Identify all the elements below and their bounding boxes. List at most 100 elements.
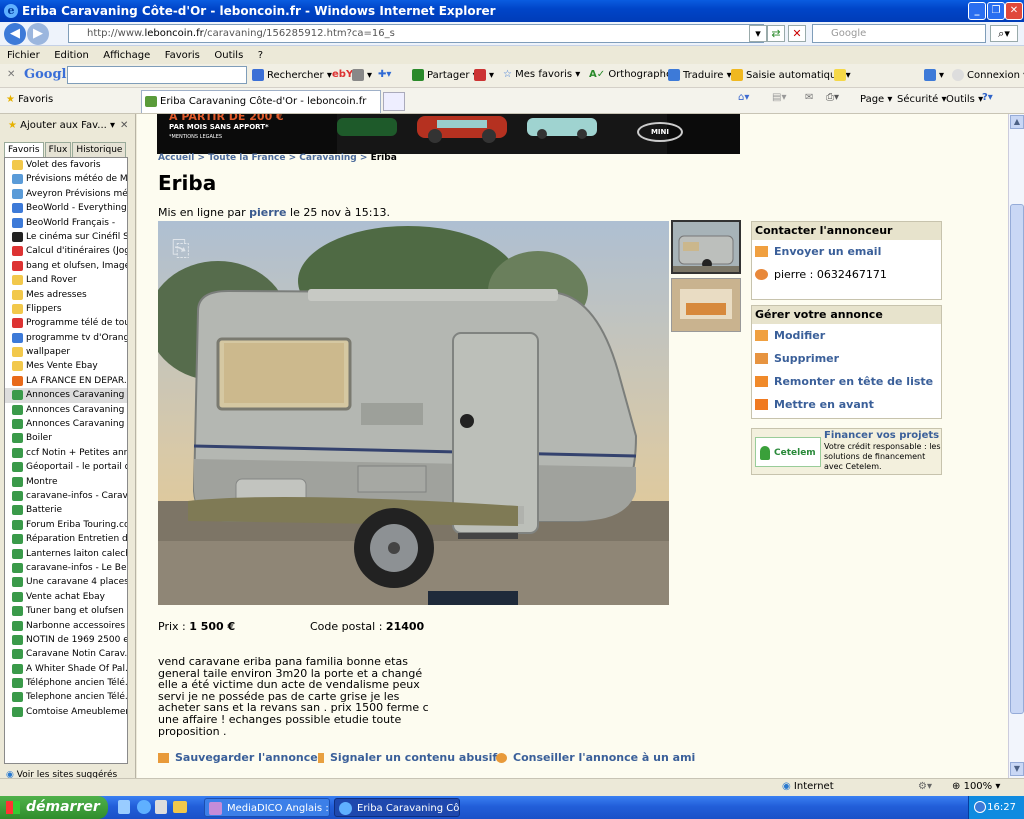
- quicklaunch-media-icon[interactable]: [155, 800, 167, 814]
- task-ie[interactable]: Eriba Caravaning Côt...: [334, 798, 460, 817]
- favorite-item[interactable]: Téléphone ancien Télé...: [5, 676, 127, 690]
- favorite-item[interactable]: A Whiter Shade Of Pal...: [5, 662, 127, 676]
- tab-flux[interactable]: Flux: [44, 142, 72, 157]
- remonter-link[interactable]: Remonter en tête de liste: [752, 370, 941, 393]
- report-ad-link[interactable]: Signaler un contenu abusif: [318, 751, 497, 764]
- highlighter-icon[interactable]: [834, 69, 849, 81]
- tab-historique[interactable]: Historique: [72, 142, 127, 157]
- quicklaunch-icon[interactable]: [118, 800, 130, 814]
- help-icon[interactable]: ?▾: [982, 92, 993, 103]
- favorite-item[interactable]: Comtoise Ameublement...: [5, 705, 127, 719]
- connexion-button[interactable]: Connexion ▾: [952, 69, 1024, 81]
- google-search-input[interactable]: [67, 66, 247, 84]
- save-ad-link[interactable]: Sauvegarder l'annonce: [158, 751, 318, 764]
- favorite-item[interactable]: Programme télé de tou...: [5, 316, 127, 330]
- partager-button[interactable]: Partager ▾: [412, 69, 478, 81]
- favorite-item[interactable]: Montre: [5, 475, 127, 489]
- scroll-down-icon[interactable]: ▼: [1010, 762, 1024, 776]
- plus-icon[interactable]: ✚▾: [378, 69, 391, 80]
- modifier-link[interactable]: Modifier: [752, 324, 941, 347]
- orthographe-button[interactable]: A✓ Orthographe ▾: [589, 69, 680, 80]
- forward-button[interactable]: ▶: [27, 23, 49, 45]
- favorite-item[interactable]: caravane-infos - Le Be...: [5, 561, 127, 575]
- menu-affichage[interactable]: Affichage: [103, 50, 150, 61]
- favorite-item[interactable]: Aveyron Prévisions mé...: [5, 187, 127, 201]
- favorite-item[interactable]: wallpaper: [5, 345, 127, 359]
- favorite-item[interactable]: Narbonne accessoires: [5, 619, 127, 633]
- ebay-icon[interactable]: ebY: [332, 69, 353, 80]
- favorite-item[interactable]: Prévisions météo de M...: [5, 172, 127, 186]
- favorite-item[interactable]: BeoWorld Français -: [5, 216, 127, 230]
- advise-friend-link[interactable]: Conseiller l'annonce à un ami: [496, 751, 695, 764]
- tab-favoris[interactable]: Favoris: [4, 142, 44, 157]
- cetelem-ad[interactable]: Cetelem Financer vos projets Votre crédi…: [751, 428, 942, 475]
- window-titlebar[interactable]: e Eriba Caravaning Côte-d'Or - leboncoin…: [0, 0, 1024, 22]
- close-button[interactable]: ✕: [1005, 2, 1023, 20]
- favorite-item[interactable]: Vente achat Ebay: [5, 590, 127, 604]
- favorite-item[interactable]: Boiler: [5, 431, 127, 445]
- breadcrumb-accueil[interactable]: Accueil: [158, 153, 194, 163]
- favorite-item[interactable]: caravane-infos - Carav...: [5, 489, 127, 503]
- page-scrollbar[interactable]: ▲ ▼: [1008, 114, 1024, 778]
- bookmark-icon[interactable]: ▾: [352, 69, 372, 81]
- search-icon[interactable]: ⌕▾: [990, 25, 1018, 42]
- task-mediadico[interactable]: MediaDICO Anglais : ...: [204, 798, 330, 817]
- start-button[interactable]: démarrer: [0, 796, 108, 819]
- favorite-item[interactable]: Batterie: [5, 503, 127, 517]
- favorite-item[interactable]: Telephone ancien Télé...: [5, 690, 127, 704]
- quicklaunch-ie-icon[interactable]: [137, 800, 151, 814]
- url-dropdown-icon[interactable]: ▾: [749, 25, 767, 42]
- minimize-button[interactable]: _: [968, 2, 986, 20]
- stop-icon[interactable]: ✕: [788, 25, 806, 42]
- page-menu[interactable]: Page ▾: [860, 94, 892, 105]
- tray-icon[interactable]: [974, 801, 986, 813]
- url-input[interactable]: http://www.leboncoin.fr/caravaning/15628…: [68, 24, 764, 43]
- rechercher-button[interactable]: Rechercher ▾: [252, 69, 332, 81]
- favorite-item[interactable]: Caravane Notin Carav...: [5, 647, 127, 661]
- menu-outils[interactable]: Outils: [214, 50, 243, 61]
- favorite-item[interactable]: Annonces Caravaning ...: [5, 403, 127, 417]
- favorite-item[interactable]: ccf Notin + Petites ann...: [5, 446, 127, 460]
- rss-icon[interactable]: ▤▾: [772, 92, 786, 103]
- favorite-item[interactable]: Réparation Entretien d'...: [5, 532, 127, 546]
- sidebar-close-icon[interactable]: ✕: [120, 120, 128, 131]
- menu-edition[interactable]: Edition: [54, 50, 89, 61]
- author-link[interactable]: pierre: [249, 206, 286, 219]
- toolbar-close-icon[interactable]: ✕: [7, 69, 15, 80]
- favorite-item[interactable]: Forum Eriba Touring.co...: [5, 518, 127, 532]
- favorite-item[interactable]: Géoportail - le portail d...: [5, 460, 127, 474]
- thumbnail-1[interactable]: [671, 220, 741, 274]
- scroll-up-icon[interactable]: ▲: [1010, 115, 1024, 129]
- mini-ad-banner[interactable]: A PARTIR DE 200 € PAR MOIS SANS APPORT* …: [157, 114, 740, 154]
- favorites-list[interactable]: Volet des favoris Prévisions météo de M..…: [4, 157, 128, 764]
- favorite-item[interactable]: Tuner bang et olufsen ...: [5, 604, 127, 618]
- home-icon[interactable]: ⌂▾: [738, 92, 749, 103]
- favorite-item[interactable]: Annonces Caravaning ...: [5, 388, 127, 403]
- print-icon[interactable]: ⎙▾: [826, 92, 839, 103]
- mettre-en-avant-link[interactable]: Mettre en avant: [752, 393, 941, 416]
- protected-mode-icon[interactable]: ⚙▾: [918, 781, 932, 792]
- add-favorite-button[interactable]: ★ Ajouter aux Fav... ▾: [8, 120, 115, 131]
- main-photo[interactable]: ⎘: [158, 221, 669, 605]
- favorite-item[interactable]: programme tv d'Orange: [5, 331, 127, 345]
- favorite-item[interactable]: Flippers: [5, 302, 127, 316]
- wrench-icon[interactable]: ▾: [924, 69, 944, 81]
- new-tab-button[interactable]: [383, 92, 405, 111]
- favorite-item[interactable]: Land Rover: [5, 273, 127, 287]
- securite-menu[interactable]: Sécurité ▾: [897, 94, 947, 105]
- zoom-control[interactable]: ⊕ 100% ▾: [952, 781, 1000, 792]
- favorite-item[interactable]: LA FRANCE EN DEPAR...: [5, 374, 127, 388]
- traduire-button[interactable]: Traduire ▾: [668, 69, 732, 81]
- favorite-item[interactable]: Mes adresses: [5, 288, 127, 302]
- menu-favoris[interactable]: Favoris: [165, 50, 200, 61]
- favorite-item[interactable]: NOTIN de 1969 2500 e...: [5, 633, 127, 647]
- outils-menu[interactable]: Outils ▾: [946, 94, 983, 105]
- maximize-button[interactable]: ❐: [987, 2, 1005, 20]
- favoris-button[interactable]: ★ Favoris: [6, 94, 53, 105]
- favorite-item[interactable]: Une caravane 4 places ...: [5, 575, 127, 589]
- favorite-item[interactable]: Annonces Caravaning ...: [5, 417, 127, 431]
- supprimer-link[interactable]: Supprimer: [752, 347, 941, 370]
- send-email-link[interactable]: Envoyer un email: [752, 240, 941, 263]
- favorite-item[interactable]: Lanternes laiton calech...: [5, 547, 127, 561]
- refresh-icon[interactable]: ⇄: [767, 25, 785, 42]
